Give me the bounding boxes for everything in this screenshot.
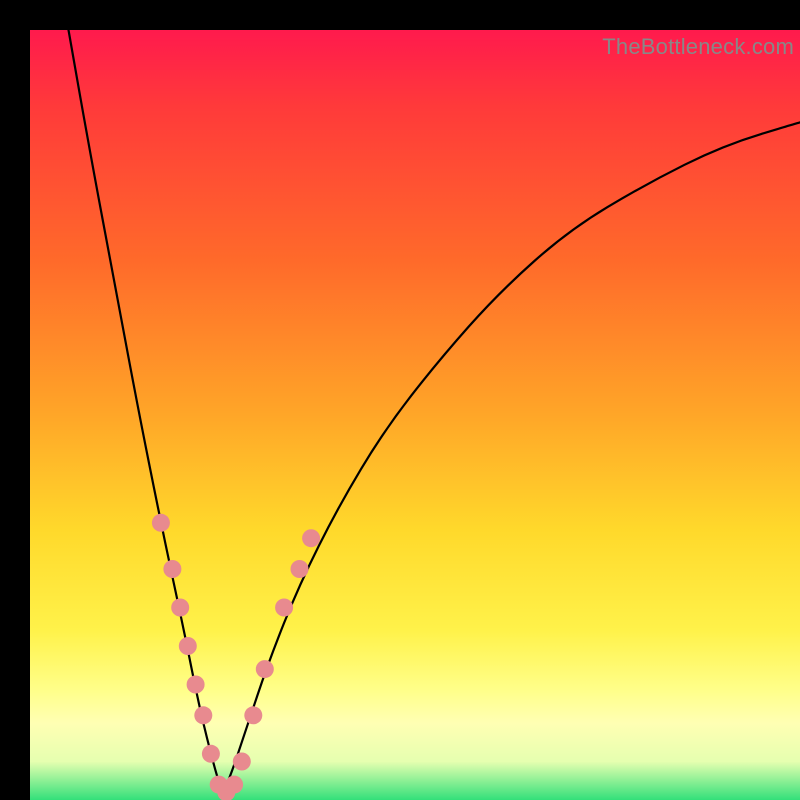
curve-marker <box>163 560 181 578</box>
curve-marker <box>152 514 170 532</box>
curve-marker <box>291 560 309 578</box>
curve-marker <box>171 599 189 617</box>
chart-frame: TheBottleneck.com <box>0 0 800 800</box>
curve-marker <box>179 637 197 655</box>
curve-marker <box>225 776 243 794</box>
curve-marker <box>302 529 320 547</box>
curve-layer <box>30 30 800 800</box>
plot-area: TheBottleneck.com <box>30 30 800 800</box>
curve-marker <box>256 660 274 678</box>
curve-markers <box>152 514 320 800</box>
curve-marker <box>202 745 220 763</box>
curve-marker <box>275 599 293 617</box>
curve-marker <box>244 706 262 724</box>
bottleneck-curve <box>69 30 800 788</box>
curve-marker <box>233 753 251 771</box>
curve-marker <box>187 676 205 694</box>
curve-marker <box>194 706 212 724</box>
